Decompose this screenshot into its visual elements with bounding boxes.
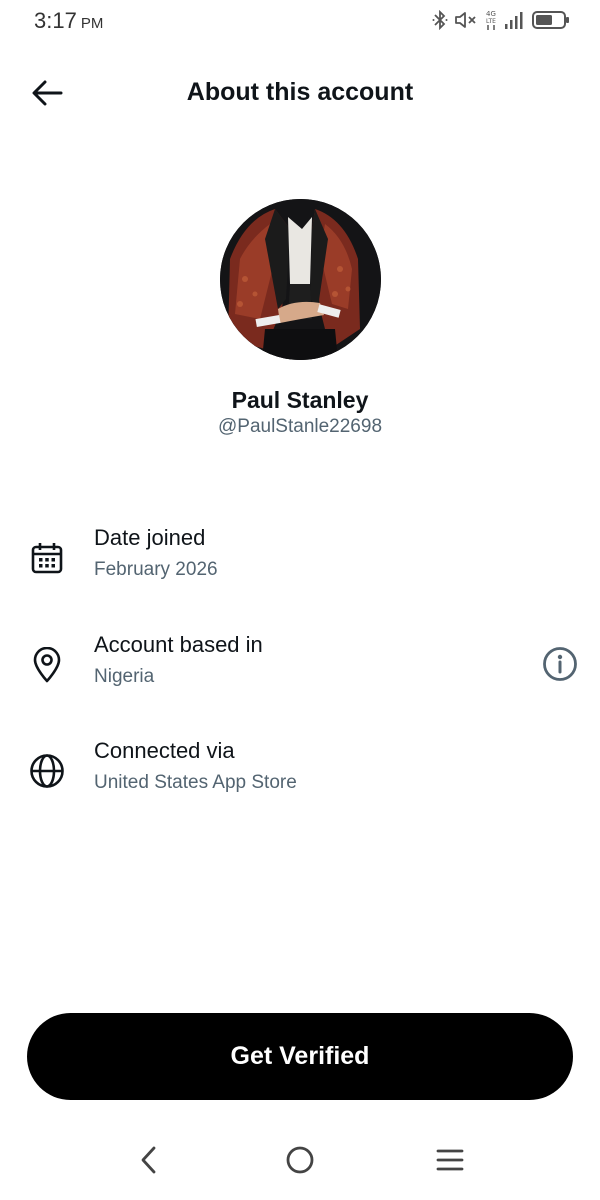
- nav-recents-button[interactable]: [425, 1140, 475, 1180]
- page-title: About this account: [186, 78, 414, 106]
- nav-home-button[interactable]: [275, 1140, 325, 1180]
- status-time-value: 3:17: [34, 8, 77, 33]
- account-based-in-value: Nigeria: [94, 666, 155, 687]
- connected-via-label: Connected via: [94, 738, 235, 763]
- status-time: 3:17 PM: [34, 8, 103, 34]
- calendar-icon: [28, 539, 66, 577]
- account-based-in-label: Account based in: [94, 632, 263, 657]
- back-chevron-icon: [141, 1146, 156, 1174]
- network-4g-lte-icon: 4G LTE: [484, 9, 498, 31]
- signal-icon: [504, 10, 526, 30]
- get-verified-label: Get Verified: [230, 1042, 370, 1070]
- location-pin-icon: [28, 646, 66, 684]
- system-nav-bar: [0, 1130, 600, 1190]
- header: About this account: [0, 60, 600, 126]
- date-joined-value: February 2026: [94, 559, 218, 580]
- nav-back-button[interactable]: [124, 1140, 174, 1180]
- status-icons: 4G LTE: [432, 8, 570, 32]
- connected-via-value: United States App Store: [94, 772, 297, 793]
- get-verified-button[interactable]: Get Verified: [27, 1013, 573, 1100]
- recents-menu-icon: [436, 1149, 464, 1171]
- mute-icon: [454, 10, 478, 30]
- avatar[interactable]: [220, 199, 381, 360]
- info-row-connected-via: Connected via United States App Store: [0, 738, 600, 818]
- handle: @PaulStanle22698: [217, 416, 383, 437]
- info-icon: [543, 647, 577, 681]
- globe-icon: [28, 752, 66, 790]
- status-bar: 3:17 PM 4G LTE: [0, 0, 600, 44]
- info-button[interactable]: [540, 644, 580, 684]
- avatar-image: [220, 199, 381, 360]
- battery-icon: [532, 10, 570, 30]
- date-joined-label: Date joined: [94, 525, 206, 550]
- info-row-date-joined: Date joined February 2026: [0, 525, 600, 605]
- home-circle-icon: [286, 1146, 314, 1174]
- svg-text:LTE: LTE: [486, 18, 496, 25]
- status-time-ampm: PM: [80, 15, 104, 32]
- bluetooth-icon: [432, 10, 448, 30]
- display-name: Paul Stanley: [231, 387, 369, 413]
- svg-text:4G: 4G: [486, 10, 496, 18]
- info-row-account-based-in: Account based in Nigeria: [0, 632, 600, 712]
